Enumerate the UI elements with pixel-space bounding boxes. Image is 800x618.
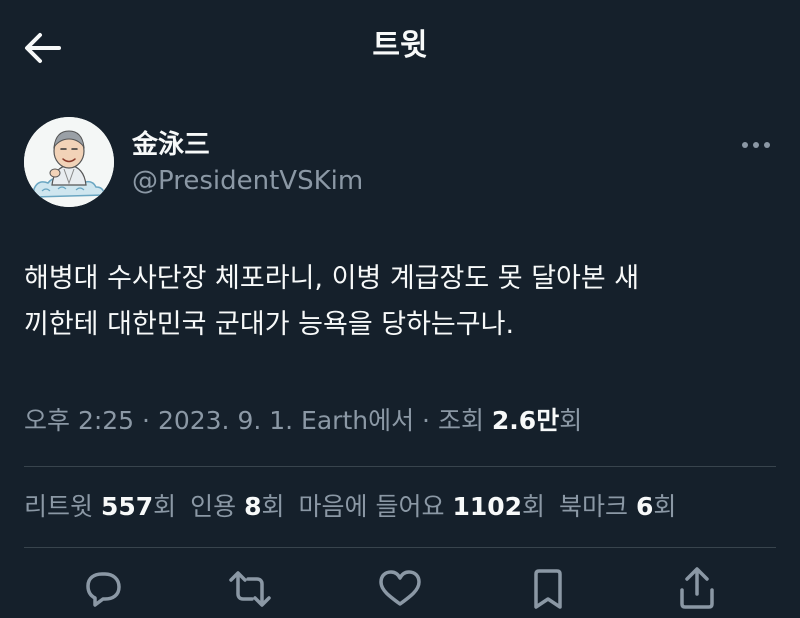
engagement-stats: 리트윗 557회 인용 8회 마음에 들어요 1102회 북마크 6회: [24, 487, 690, 527]
retweets-stat[interactable]: 리트윗 557회: [24, 492, 176, 521]
meta-separator: ·: [134, 406, 158, 435]
action-bar: [0, 564, 800, 609]
tweet-source: Earth에서: [293, 406, 415, 435]
quotes-stat[interactable]: 인용 8회: [190, 492, 284, 521]
bookmarks-suffix: 회: [653, 492, 677, 521]
tweet-text: 해병대 수사단장 체포라니, 이병 계급장도 못 달아본 새 끼한테 대한민국 …: [24, 263, 640, 340]
views-suffix: 회: [559, 406, 583, 435]
more-horizontal-icon: [742, 142, 770, 148]
bookmarks-label: 북마크: [559, 492, 636, 521]
share-icon: [680, 567, 714, 609]
reply-icon: [86, 572, 121, 607]
likes-suffix: 회: [522, 492, 546, 521]
page-title: 트윗: [372, 28, 428, 63]
views-count: 2.6만: [491, 406, 560, 435]
quotes-count: 8: [244, 492, 262, 521]
likes-label: 마음에 들어요: [298, 492, 453, 521]
share-button[interactable]: [672, 564, 722, 614]
divider: [24, 466, 776, 467]
meta-separator: ·: [414, 406, 438, 435]
bookmark-button[interactable]: [523, 564, 573, 614]
likes-count: 1102: [452, 492, 523, 521]
reply-button[interactable]: [78, 564, 128, 614]
tweet-time[interactable]: 오후 2:25: [24, 406, 134, 435]
tweet-author: 金泳三 @PresidentVSKim: [24, 117, 776, 209]
bookmarks-count: 6: [636, 492, 654, 521]
tweet-date[interactable]: 2023. 9. 1.: [158, 406, 293, 435]
retweet-button[interactable]: [225, 564, 275, 614]
like-icon: [379, 570, 421, 606]
quotes-suffix: 회: [261, 492, 285, 521]
avatar[interactable]: [24, 117, 114, 207]
top-bar: 트윗: [0, 0, 800, 92]
caricature-avatar: [24, 117, 114, 207]
retweet-icon: [229, 571, 271, 607]
retweets-label: 리트윗: [24, 492, 101, 521]
author-handle[interactable]: @PresidentVSKim: [132, 165, 363, 197]
retweets-suffix: 회: [153, 492, 177, 521]
divider: [24, 547, 776, 548]
tweet-meta: 오후 2:25 · 2023. 9. 1. Earth에서 · 조회 2.6만회: [24, 401, 582, 441]
like-button[interactable]: [375, 564, 425, 614]
quotes-label: 인용: [190, 492, 245, 521]
bookmark-icon: [534, 569, 562, 609]
retweets-count: 557: [100, 492, 154, 521]
more-options-button[interactable]: [736, 133, 776, 157]
bookmarks-stat[interactable]: 북마크 6회: [559, 492, 676, 521]
likes-stat[interactable]: 마음에 들어요 1102회: [299, 492, 546, 521]
views-label: 조회: [437, 406, 492, 435]
author-display-name[interactable]: 金泳三: [132, 129, 210, 161]
